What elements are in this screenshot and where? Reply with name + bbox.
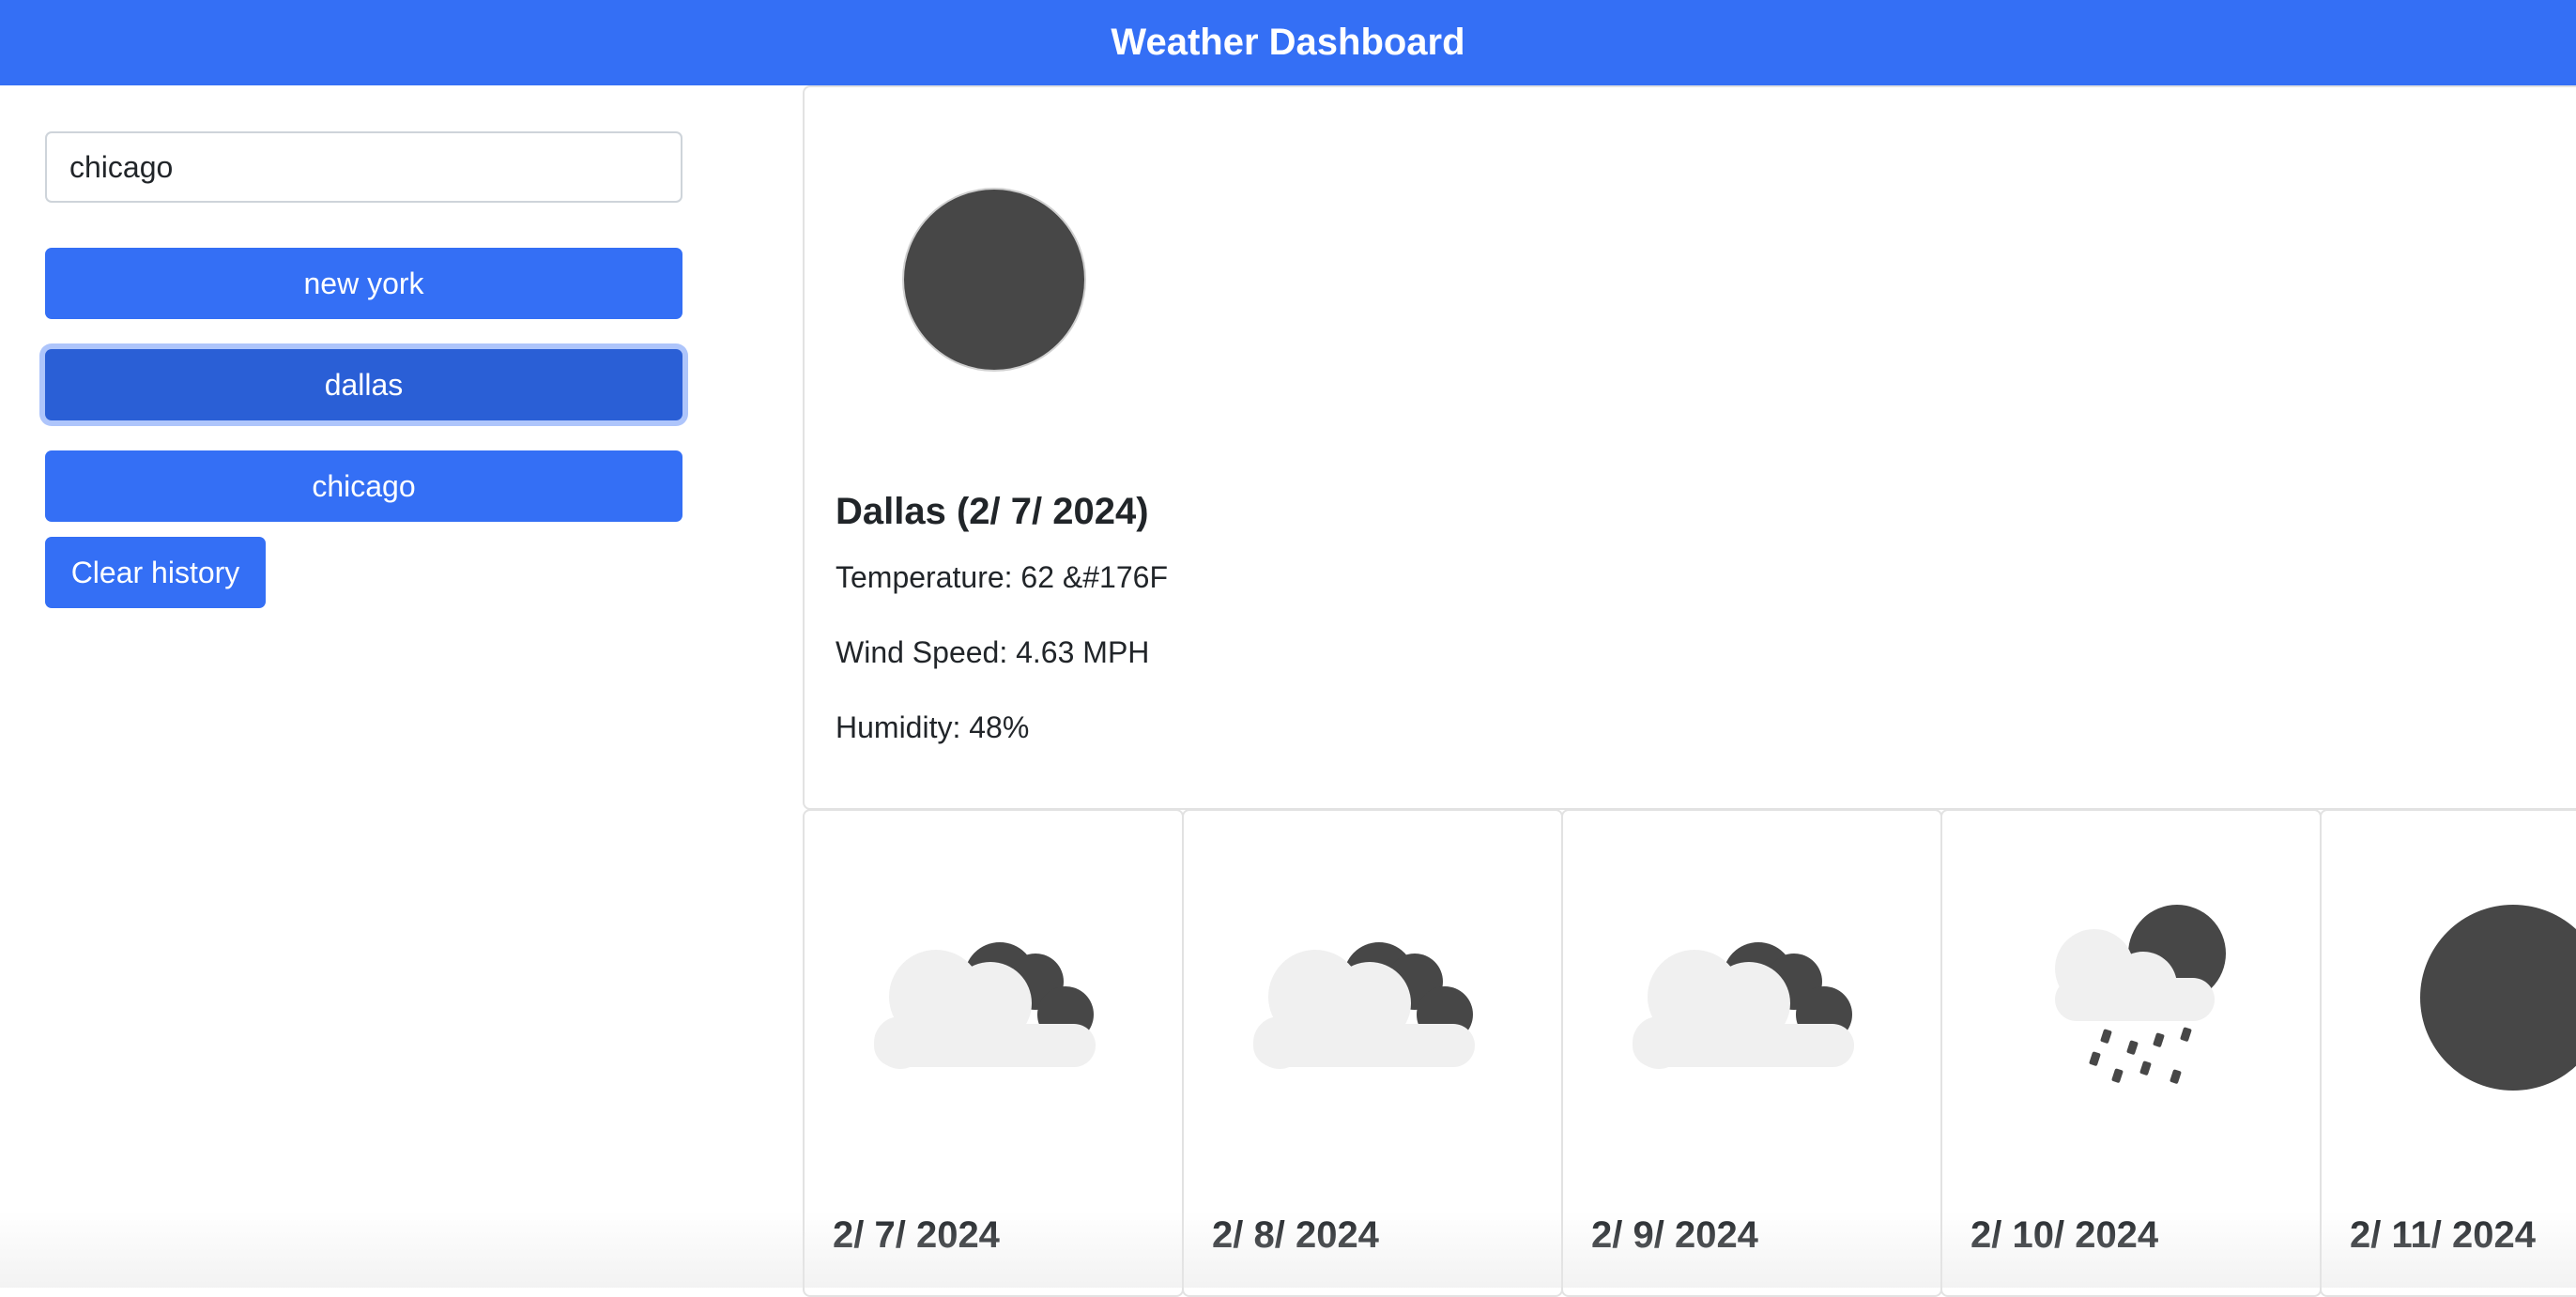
- history-button-new-york[interactable]: new york: [45, 248, 682, 319]
- city-search-input[interactable]: [45, 131, 682, 203]
- forecast-date: 2/ 10/ 2024: [1970, 1214, 2159, 1256]
- current-city-title: Dallas (2/ 7/ 2024): [836, 491, 1149, 532]
- current-humidity: Humidity: 48%: [836, 710, 1030, 744]
- current-temperature: Temperature: 62 &#176F: [836, 560, 1168, 594]
- forecast-card: 2/ 7/ 2024: [803, 809, 1184, 1297]
- clear-night-icon: [2420, 905, 2576, 1091]
- forecast-card: 2/ 9/ 2024: [1561, 809, 1942, 1297]
- forecast-card: 2/ 8/ 2024: [1182, 809, 1563, 1297]
- rain-night-icon: [2055, 905, 2226, 1084]
- history-button-dallas[interactable]: dallas: [45, 349, 682, 420]
- page-title: Weather Dashboard: [1111, 22, 1465, 63]
- forecast-card: 2/ 10/ 2024: [1940, 809, 2322, 1297]
- clear-night-icon: [902, 188, 1086, 372]
- app-header: Weather Dashboard: [0, 0, 2576, 85]
- forecast-date: 2/ 8/ 2024: [1212, 1214, 1379, 1256]
- partly-cloudy-night-icon: [1633, 942, 1854, 1069]
- forecast-date: 2/ 11/ 2024: [2350, 1214, 2536, 1256]
- partly-cloudy-night-icon: [874, 942, 1096, 1069]
- forecast-date: 2/ 9/ 2024: [1591, 1214, 1758, 1256]
- clear-history-button[interactable]: Clear history: [45, 537, 266, 608]
- current-weather-card: Dallas (2/ 7/ 2024) Temperature: 62 &#17…: [803, 85, 2576, 810]
- forecast-date: 2/ 7/ 2024: [833, 1214, 1000, 1256]
- history-button-chicago[interactable]: chicago: [45, 450, 682, 522]
- forecast-card: 2/ 11/ 2024: [2320, 809, 2576, 1297]
- current-wind-speed: Wind Speed: 4.63 MPH: [836, 635, 1150, 669]
- partly-cloudy-night-icon: [1253, 942, 1475, 1069]
